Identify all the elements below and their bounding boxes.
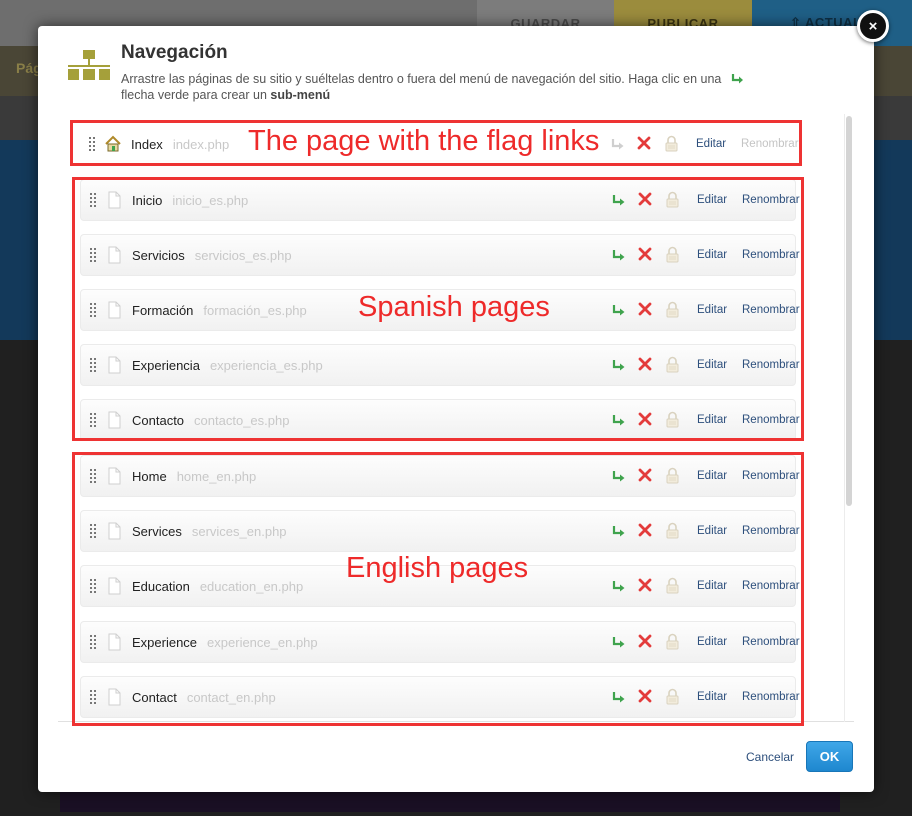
annotation-box-english bbox=[72, 452, 804, 726]
annotation-spanish: Spanish pages bbox=[358, 291, 550, 323]
dialog-title: Navegación bbox=[121, 42, 228, 63]
dialog-description: Arrastre las páginas de su sitio y suélt… bbox=[121, 71, 781, 103]
description-bold: sub-menú bbox=[270, 88, 331, 102]
description-line2: flecha verde para crear un bbox=[121, 88, 267, 102]
description-text: Arrastre las páginas de su sitio y suélt… bbox=[121, 72, 722, 86]
ok-button[interactable]: OK bbox=[806, 741, 853, 772]
annotation-english: English pages bbox=[346, 552, 529, 584]
green-arrow-icon bbox=[731, 74, 743, 84]
cancel-button[interactable]: Cancelar bbox=[746, 750, 794, 764]
list-scrollbar[interactable] bbox=[844, 114, 853, 722]
scrollbar-thumb[interactable] bbox=[846, 116, 852, 506]
sitemap-icon bbox=[68, 50, 110, 80]
close-button[interactable]: × bbox=[857, 10, 889, 42]
annotation-flag-links: The page with the flag links bbox=[248, 125, 600, 157]
app-footer-strip bbox=[60, 790, 840, 812]
